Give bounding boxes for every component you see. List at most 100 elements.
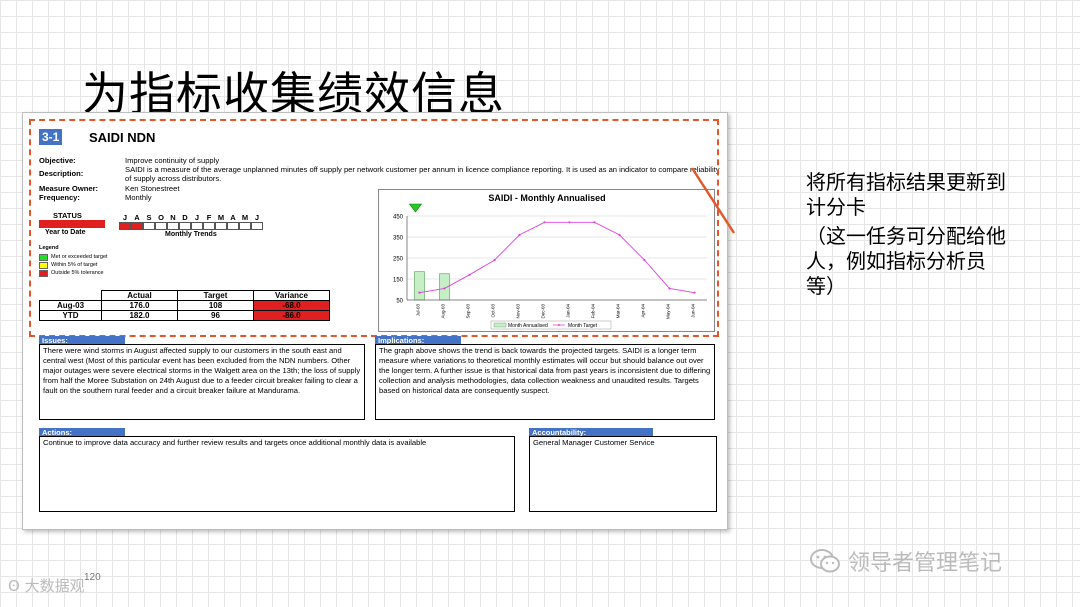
- status-label: STATUS: [53, 211, 82, 220]
- stats-target: 108: [177, 300, 254, 311]
- actions-text: Continue to improve data accuracy and fu…: [39, 436, 515, 512]
- chart-xtick-label: Feb-04: [591, 304, 596, 319]
- stats-variance: -68.0: [253, 300, 330, 311]
- stats-header: Target: [177, 290, 254, 301]
- chart-xtick-label: Oct-03: [491, 304, 496, 318]
- wechat-icon: [810, 549, 840, 573]
- chart-xtick-label: Jul-03: [416, 304, 421, 317]
- month-cell: [239, 222, 251, 230]
- stats-header-row: Actual Target Variance: [40, 290, 330, 301]
- chart-point: [418, 291, 421, 294]
- watermark-left: ʘ 大数据观: [8, 575, 85, 596]
- month-letter: J: [122, 213, 128, 222]
- month-cell: [191, 222, 203, 230]
- month-cell: [143, 222, 155, 230]
- legend: Legend Met or exceeded target Within 5% …: [39, 245, 108, 277]
- stats-actual: 182.0: [101, 310, 178, 321]
- chart-ytick-label: 350: [393, 236, 404, 242]
- month-letter: A: [230, 213, 236, 222]
- chart-svg: SAIDI - Monthly Annualised 50 150 250 350 45…: [393, 193, 707, 330]
- chart-point: [443, 287, 446, 290]
- chart-line: [418, 221, 696, 294]
- issues-text: There were wind storms in August affecte…: [39, 344, 365, 420]
- side-note-line: 人，例如指标分析员: [806, 249, 986, 273]
- chart-legend-label: Month Target: [568, 323, 598, 329]
- chart-point: [693, 291, 696, 294]
- stats-table: Actual Target Variance Aug-03 176.0 108 …: [39, 290, 330, 321]
- chart-xtick-label: May-04: [666, 304, 671, 320]
- chart-ytick-label: 450: [393, 215, 404, 221]
- chart-point: [468, 273, 471, 276]
- saidi-chart: SAIDI - Monthly Annualised 50 150 250 350 45…: [378, 189, 715, 332]
- chart-legend-marker: [558, 324, 560, 326]
- stats-row-label: Aug-03: [39, 300, 102, 311]
- stats-target: 96: [177, 310, 254, 321]
- legend-item: Within 5% of target: [39, 261, 108, 269]
- chart-point: [493, 259, 496, 262]
- month-cell: [155, 222, 167, 230]
- status-indicator: [39, 220, 105, 228]
- chart-legend-swatch: [493, 322, 507, 328]
- kpi-name: SAIDI NDN: [89, 130, 156, 145]
- meta-key: Description:: [39, 169, 84, 178]
- month-cell: [167, 222, 179, 230]
- month-letter: D: [182, 213, 188, 222]
- chart-legend: Month Annualised Month Target: [490, 320, 612, 330]
- chart-point: [643, 259, 646, 262]
- watermark-logo-icon: ʘ: [8, 577, 20, 595]
- kpi-code-badge: 3-1: [39, 129, 63, 145]
- chart-point: [518, 233, 521, 236]
- chart-xtick-label: Apr-04: [641, 304, 646, 318]
- chart-xtick-label: Dec-03: [541, 304, 546, 319]
- watermark-left-text: 大数据观: [24, 577, 85, 595]
- meta-key: Objective:: [39, 156, 76, 165]
- legend-label: Met or exceeded target: [51, 254, 108, 260]
- stats-row-label: YTD: [39, 310, 102, 321]
- page-number: 120: [84, 572, 101, 583]
- chart-xtick-label: Mar-04: [616, 304, 621, 319]
- chart-title: SAIDI - Monthly Annualised: [488, 193, 605, 203]
- month-letter: O: [158, 213, 164, 222]
- chart-point: [668, 287, 671, 290]
- meta-key: Frequency:: [39, 193, 80, 202]
- meta-key: Measure Owner:: [39, 184, 99, 193]
- month-cell: [203, 222, 215, 230]
- stats-actual: 176.0: [101, 300, 178, 311]
- chart-legend-label: Month Annualised: [508, 323, 548, 329]
- month-cell: [179, 222, 191, 230]
- legend-label: Outside 5% tolerance: [51, 270, 104, 276]
- month-cell: [119, 222, 131, 230]
- legend-item: Met or exceeded target: [39, 253, 108, 261]
- chart-flag-icon: [408, 203, 423, 213]
- meta-value: Improve continuity of supply: [125, 156, 220, 165]
- stats-header: Actual: [101, 290, 178, 301]
- table-row: Aug-03 176.0 108 -68.0: [39, 300, 330, 311]
- month-cell: [131, 222, 143, 230]
- chart-grid: [407, 215, 707, 301]
- chart-xtick-label: Nov-03: [516, 304, 521, 319]
- side-note-line: 将所有指标结果更新到: [806, 170, 1006, 194]
- chart-series-line: [419, 221, 695, 294]
- ytd-label: Year to Date: [45, 229, 86, 236]
- chart-xtick-label: Jun-04: [691, 304, 696, 318]
- chart-ytick-label: 250: [393, 257, 404, 263]
- chart-point: [618, 233, 621, 236]
- month-letter: A: [134, 213, 140, 222]
- legend-swatch: [39, 269, 48, 277]
- legend-swatch: [39, 261, 48, 269]
- legend-title: Legend: [39, 245, 59, 251]
- chart-point: [543, 221, 546, 224]
- chart-ytick-label: 150: [393, 278, 404, 284]
- stats-variance: -86.0: [253, 310, 330, 321]
- side-note: 将所有指标结果更新到 计分卡 （这一任务可分配给他 人，例如指标分析员 等）: [806, 170, 1046, 299]
- accountability-text: General Manager Customer Service: [529, 436, 717, 512]
- chart-bar: [414, 271, 425, 301]
- month-letter: F: [206, 213, 212, 222]
- month-letter: M: [241, 213, 249, 222]
- month-letter: J: [254, 213, 260, 222]
- trend-label: Monthly Trends: [165, 231, 217, 238]
- watermark-right: 领导者管理笔记: [810, 545, 1002, 577]
- side-note-line: 等）: [806, 274, 846, 298]
- month-letter: N: [170, 213, 176, 222]
- chart-point: [593, 221, 596, 224]
